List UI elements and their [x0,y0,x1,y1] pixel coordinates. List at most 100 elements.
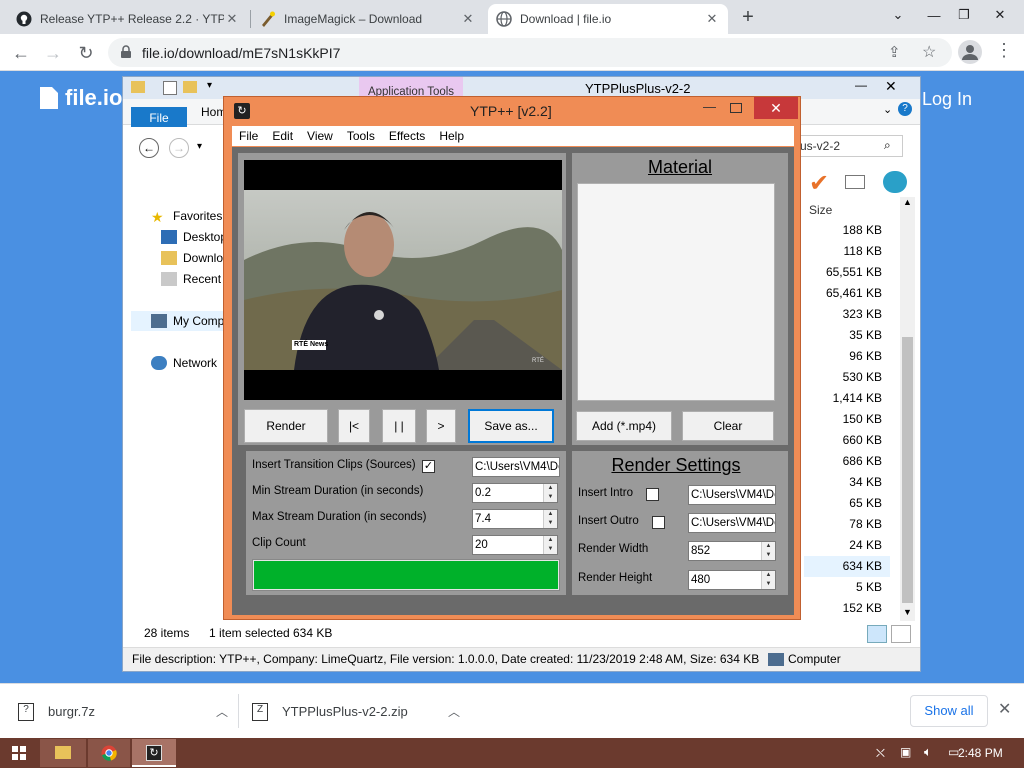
transition-path-field[interactable]: C:\Users\VM4\De [472,457,560,477]
render-height-spinner[interactable]: ▲ ▼ [761,571,775,589]
add-mp4-button[interactable]: Add (*.mp4) [576,411,672,441]
quick-access-dropdown-icon[interactable]: ▾ [207,80,212,91]
network-warning-icon[interactable]: ⛌ [876,746,885,761]
file-size-cell[interactable]: 530 KB [804,367,890,388]
minimize-icon[interactable]: — [703,99,716,114]
close-window-icon[interactable]: ✕ [982,0,1018,30]
clip-count-field[interactable]: 20 ▲ ▼ [472,535,558,555]
forward-icon[interactable]: → [169,138,189,158]
action-center-icon[interactable]: ▣ [900,745,911,759]
fileio-logo[interactable]: file.io [65,85,122,111]
file-tab[interactable]: File [131,107,187,129]
tab-imagemagick[interactable]: ImageMagick – Download ✕ [252,4,484,34]
spin-up-icon[interactable]: ▲ [544,536,557,545]
reload-icon[interactable]: ↻ [73,40,99,66]
menu-file[interactable]: File [232,126,265,146]
render-width-field[interactable]: 852 ▲ ▼ [688,541,776,561]
file-size-cell[interactable]: 152 KB [804,598,890,619]
close-icon[interactable]: ✕ [885,78,897,95]
new-tab-button[interactable]: + [736,6,760,30]
close-download-bar-icon[interactable]: ✕ [998,699,1011,719]
file-size-cell[interactable]: 323 KB [804,304,890,325]
scroll-thumb[interactable] [902,337,913,603]
file-size-cell[interactable]: 634 KB [804,556,890,577]
spin-down-icon[interactable]: ▼ [544,519,557,528]
tree-downloads[interactable]: Downlo [161,248,223,268]
maximize-icon[interactable] [730,103,742,113]
max-stream-spinner[interactable]: ▲ ▼ [543,510,557,528]
taskbar-chrome[interactable] [88,739,130,767]
profile-avatar-icon[interactable] [958,40,982,64]
chevron-up-icon[interactable]: ︿ [216,703,228,720]
thumbnails-view-icon[interactable] [891,625,911,643]
spin-up-icon[interactable]: ▲ [544,510,557,519]
pause-button[interactable]: | | [382,409,416,443]
spin-up-icon[interactable]: ▲ [762,571,775,580]
render-height-field[interactable]: 480 ▲ ▼ [688,570,776,590]
insert-outro-checkbox[interactable] [652,516,665,529]
menu-effects[interactable]: Effects [382,126,432,146]
share-icon[interactable]: ⇪ [888,43,901,61]
video-player[interactable]: RTÉ News RTÉ [244,160,562,400]
menu-edit[interactable]: Edit [265,126,300,146]
tree-desktop[interactable]: Desktop [161,227,227,247]
chevron-up-icon[interactable]: ︿ [448,703,460,720]
download-item-burgr[interactable]: ? burgr.7z ︿ [18,684,228,739]
back-icon[interactable]: ← [139,138,159,158]
menu-view[interactable]: View [300,126,340,146]
size-column-header[interactable]: Size [809,203,832,217]
min-stream-spinner[interactable]: ▲ ▼ [543,484,557,502]
file-size-cell[interactable]: 65,461 KB [804,283,890,304]
file-size-cell[interactable]: 78 KB [804,514,890,535]
scroll-up-icon[interactable]: ▲ [900,197,915,211]
back-arrow-icon[interactable]: ← [8,40,34,66]
file-size-cell[interactable]: 686 KB [804,451,890,472]
spin-up-icon[interactable]: ▲ [762,542,775,551]
file-size-cell[interactable]: 24 KB [804,535,890,556]
file-size-cell[interactable]: 660 KB [804,430,890,451]
render-width-spinner[interactable]: ▲ ▼ [761,542,775,560]
tab-github-release[interactable]: Release YTP++ Release 2.2 · YTP- ✕ [8,4,248,34]
minimize-icon[interactable]: — [855,78,867,92]
recent-locations-dropdown-icon[interactable]: ▾ [197,141,202,152]
new-folder-icon[interactable] [183,81,197,93]
scroll-down-icon[interactable]: ▼ [900,607,915,621]
help-icon[interactable]: ? [898,102,912,116]
file-size-cell[interactable]: 35 KB [804,325,890,346]
tab-fileio[interactable]: Download | file.io ✕ [488,4,728,34]
spin-down-icon[interactable]: ▼ [762,551,775,560]
material-list[interactable] [577,183,775,401]
chrome-menu-icon[interactable]: ⋮ [994,40,1014,64]
insert-intro-checkbox[interactable] [646,488,659,501]
tree-network[interactable]: Network [151,353,217,373]
close-tab-icon[interactable]: ✕ [224,11,240,27]
restore-icon[interactable]: ❐ [946,0,982,30]
forward-arrow-icon[interactable]: → [40,40,66,66]
render-button[interactable]: Render [244,409,328,443]
tree-favorites[interactable]: ★ Favorites [151,206,222,226]
max-stream-field[interactable]: 7.4 ▲ ▼ [472,509,558,529]
previous-button[interactable]: |< [338,409,370,443]
min-stream-field[interactable]: 0.2 ▲ ▼ [472,483,558,503]
spin-up-icon[interactable]: ▲ [544,484,557,493]
details-view-icon[interactable] [867,625,887,643]
next-button[interactable]: > [426,409,456,443]
file-size-cell[interactable]: 188 KB [804,220,890,241]
file-size-cell[interactable]: 65,551 KB [804,262,890,283]
address-bar[interactable]: file.io/download/mE7sN1sKkPI7 ⇪ ☆ [108,38,952,67]
file-size-cell[interactable]: 118 KB [804,241,890,262]
intro-path-field[interactable]: C:\Users\VM4\De [688,485,776,505]
file-size-cell[interactable]: 65 KB [804,493,890,514]
clock[interactable]: 2:48 PM [958,746,1003,760]
file-size-cell[interactable]: 34 KB [804,472,890,493]
close-icon[interactable]: ✕ [754,97,798,119]
close-tab-icon[interactable]: ✕ [460,11,476,27]
spin-down-icon[interactable]: ▼ [544,493,557,502]
properties-icon[interactable] [163,81,177,95]
download-item-ytpplusplus[interactable]: Z YTPPlusPlus-v2-2.zip ︿ [252,684,460,739]
clip-count-spinner[interactable]: ▲ ▼ [543,536,557,554]
login-link[interactable]: Log In [922,89,972,110]
clear-button[interactable]: Clear [682,411,774,441]
taskbar-ytp[interactable]: ↻ [132,739,176,767]
tree-my-computer[interactable]: My Comp [131,311,231,331]
